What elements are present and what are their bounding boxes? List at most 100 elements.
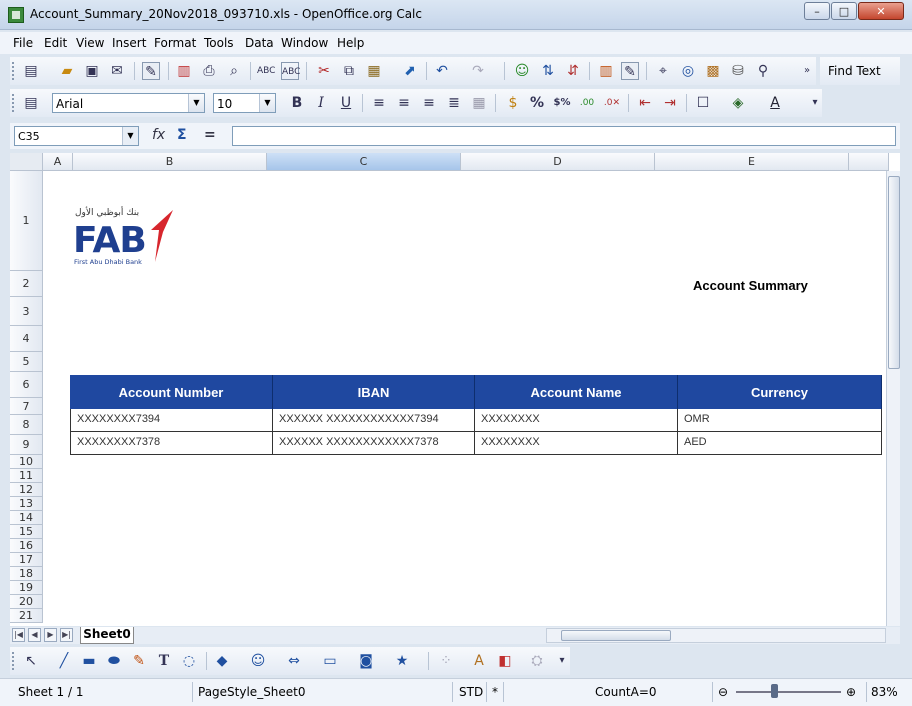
header-account-number[interactable]: Account Number bbox=[70, 375, 273, 409]
formula-input[interactable] bbox=[232, 126, 896, 146]
borders-icon[interactable]: ☐ bbox=[694, 94, 712, 112]
row-header-14[interactable]: 14 bbox=[10, 511, 43, 525]
find-replace-icon[interactable]: ⌖ bbox=[654, 62, 672, 80]
symbol-shapes-icon[interactable]: ☺ bbox=[249, 652, 267, 670]
standard-format-icon[interactable]: $% bbox=[553, 94, 571, 112]
toolbar-grip[interactable] bbox=[12, 94, 15, 112]
row-header-8[interactable]: 8 bbox=[10, 415, 43, 435]
data-sources-icon[interactable]: ⛁ bbox=[729, 62, 747, 80]
underline-icon[interactable]: U bbox=[337, 94, 355, 112]
sum-icon[interactable]: Σ bbox=[177, 127, 187, 143]
font-color-icon[interactable]: A bbox=[766, 94, 784, 112]
menu-data[interactable]: Data bbox=[245, 36, 274, 50]
open-folder-icon[interactable]: ▰ bbox=[58, 62, 76, 80]
row-header-20[interactable]: 20 bbox=[10, 595, 43, 609]
prev-sheet-icon[interactable]: ◀ bbox=[28, 628, 41, 642]
function-equals-icon[interactable]: = bbox=[204, 127, 216, 143]
align-right-icon[interactable]: ≡ bbox=[420, 94, 438, 112]
hyperlink-icon[interactable]: ☺ bbox=[513, 62, 531, 80]
header-account-name[interactable]: Account Name bbox=[475, 375, 678, 409]
menu-window[interactable]: Window bbox=[281, 36, 328, 50]
column-header-e[interactable]: E bbox=[655, 153, 849, 171]
fontwork-gallery-icon[interactable]: A bbox=[470, 652, 488, 670]
autospellcheck-icon[interactable]: ABC bbox=[281, 62, 300, 80]
table-cell[interactable]: XXXXXXXX bbox=[474, 409, 678, 432]
font-name-select[interactable]: Arial ▼ bbox=[52, 93, 205, 113]
row-header-13[interactable]: 13 bbox=[10, 497, 43, 511]
horizontal-scroll-thumb[interactable] bbox=[561, 630, 671, 641]
show-draw-functions-icon[interactable]: ✎ bbox=[621, 62, 639, 80]
flowchart-icon[interactable]: ▭ bbox=[321, 652, 339, 670]
row-header-4[interactable]: 4 bbox=[10, 326, 43, 352]
zoom-icon[interactable]: ⚲ bbox=[754, 62, 772, 80]
copy-icon[interactable]: ⧉ bbox=[340, 62, 358, 80]
status-page-style[interactable]: PageStyle_Sheet0 bbox=[198, 685, 306, 699]
percent-format-icon[interactable]: % bbox=[528, 94, 546, 112]
last-sheet-icon[interactable]: ▶| bbox=[60, 628, 73, 642]
zoom-in-icon[interactable]: ⊕ bbox=[846, 685, 856, 699]
vertical-scroll-thumb[interactable] bbox=[888, 176, 900, 369]
horizontal-scrollbar[interactable] bbox=[546, 628, 886, 643]
spreadsheet-grid[interactable]: A B C D E 1 2 3 4 5 6 7 8 9 10 11 12 13 … bbox=[10, 153, 900, 626]
row-header-18[interactable]: 18 bbox=[10, 567, 43, 581]
toolbar-overflow-icon[interactable]: ▾ bbox=[806, 94, 824, 112]
table-cell[interactable]: OMR bbox=[677, 409, 882, 432]
row-header-16[interactable]: 16 bbox=[10, 539, 43, 553]
status-zoom[interactable]: 83% bbox=[871, 685, 898, 699]
chevron-down-icon[interactable]: ▼ bbox=[259, 94, 275, 112]
delete-decimal-icon[interactable]: .0✕ bbox=[603, 94, 621, 112]
line-icon[interactable]: ╱ bbox=[55, 652, 73, 670]
export-pdf-icon[interactable]: ▥ bbox=[175, 62, 193, 80]
menu-edit[interactable]: Edit bbox=[44, 36, 67, 50]
table-cell[interactable]: XXXXXXXX7394 bbox=[70, 409, 273, 432]
currency-format-icon[interactable]: $ bbox=[504, 94, 522, 112]
toolbar-overflow-icon[interactable]: » bbox=[798, 62, 816, 80]
menu-help[interactable]: Help bbox=[337, 36, 364, 50]
font-size-select[interactable]: 10 ▼ bbox=[213, 93, 276, 113]
bold-icon[interactable]: B bbox=[288, 94, 306, 112]
table-cell[interactable]: XXXXXXXX bbox=[474, 432, 678, 455]
function-wizard-icon[interactable]: fx bbox=[152, 127, 165, 143]
zoom-out-icon[interactable]: ⊖ bbox=[718, 685, 728, 699]
row-header-11[interactable]: 11 bbox=[10, 469, 43, 483]
print-icon[interactable]: ⎙ bbox=[200, 62, 218, 80]
gallery-icon[interactable]: ▩ bbox=[704, 62, 722, 80]
from-file-icon[interactable]: ◧ bbox=[496, 652, 514, 670]
merge-cells-icon[interactable]: ▦ bbox=[470, 94, 488, 112]
header-currency[interactable]: Currency bbox=[678, 375, 882, 409]
row-header-3[interactable]: 3 bbox=[10, 297, 43, 326]
first-sheet-icon[interactable]: |◀ bbox=[12, 628, 25, 642]
callout-icon[interactable]: ◌ bbox=[180, 652, 198, 670]
callouts-icon[interactable]: ◙ bbox=[357, 652, 375, 670]
background-color-icon[interactable]: ◈ bbox=[729, 94, 747, 112]
table-cell[interactable]: XXXXXXXX7378 bbox=[70, 432, 273, 455]
row-header-7[interactable]: 7 bbox=[10, 398, 43, 415]
align-left-icon[interactable]: ≡ bbox=[370, 94, 388, 112]
print-preview-icon[interactable]: ⌕ bbox=[225, 62, 243, 80]
cut-icon[interactable]: ✂ bbox=[315, 62, 333, 80]
column-header-b[interactable]: B bbox=[73, 153, 267, 171]
column-header-d[interactable]: D bbox=[461, 153, 655, 171]
align-center-icon[interactable]: ≡ bbox=[395, 94, 413, 112]
row-header-1[interactable]: 1 bbox=[10, 171, 43, 271]
table-cell[interactable]: XXXXXX XXXXXXXXXXXX7394 bbox=[272, 409, 475, 432]
zoom-slider-handle[interactable] bbox=[771, 684, 778, 698]
column-header-f[interactable] bbox=[849, 153, 889, 171]
new-document-icon[interactable]: ▤ bbox=[22, 62, 40, 80]
toolbar-overflow-icon[interactable]: ▾ bbox=[553, 652, 571, 670]
italic-icon[interactable]: I bbox=[312, 94, 330, 112]
toolbar-grip[interactable] bbox=[12, 652, 15, 670]
freeform-icon[interactable]: ✎ bbox=[130, 652, 148, 670]
row-header-17[interactable]: 17 bbox=[10, 553, 43, 567]
table-cell[interactable]: XXXXXX XXXXXXXXXXXX7378 bbox=[272, 432, 475, 455]
maximize-button[interactable]: □ bbox=[831, 2, 857, 20]
close-button[interactable]: ✕ bbox=[858, 2, 904, 20]
chevron-down-icon[interactable]: ▼ bbox=[188, 94, 204, 112]
column-header-a[interactable]: A bbox=[43, 153, 73, 171]
styles-formatting-icon[interactable]: ▤ bbox=[22, 94, 40, 112]
points-icon[interactable]: ⁘ bbox=[437, 652, 455, 670]
row-header-9[interactable]: 9 bbox=[10, 435, 43, 455]
text-icon[interactable]: T bbox=[155, 652, 173, 670]
select-arrow-icon[interactable]: ↖ bbox=[22, 652, 40, 670]
rectangle-icon[interactable]: ▬ bbox=[80, 652, 98, 670]
